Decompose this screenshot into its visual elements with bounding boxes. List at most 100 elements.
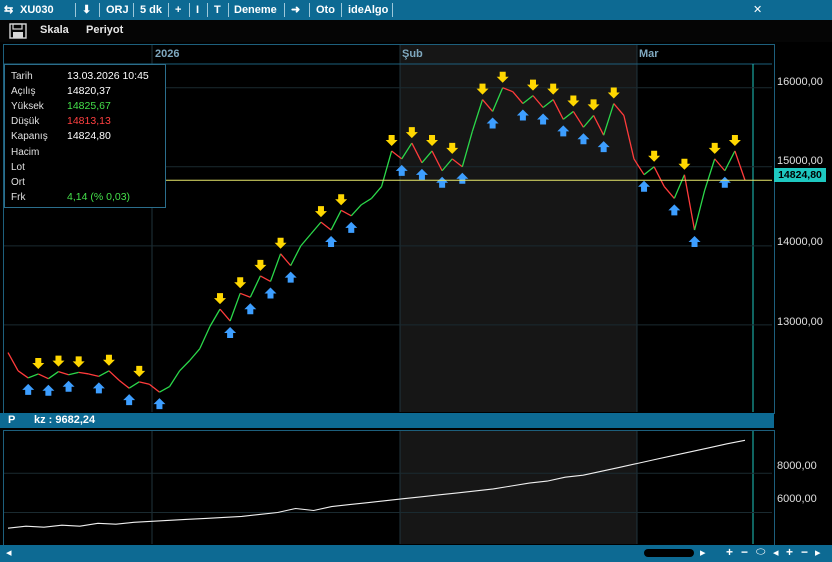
price-segment xyxy=(269,253,282,282)
price-segment xyxy=(370,186,383,199)
price-segment xyxy=(724,150,736,172)
buy-arrow-icon xyxy=(668,204,681,216)
price-segment xyxy=(27,373,39,379)
price-segment xyxy=(219,308,231,322)
reset-zoom-icon[interactable]: ⬭ xyxy=(756,546,765,559)
price-segment xyxy=(78,371,89,375)
price-segment xyxy=(229,293,241,322)
ort-label: Ort xyxy=(11,177,25,188)
y-tick-label: 6000,00 xyxy=(777,493,817,505)
frk-label: Frk xyxy=(11,192,26,203)
price-segment xyxy=(68,371,79,376)
download-icon[interactable]: ⬇ xyxy=(82,2,91,18)
toolbar: Skala Periyot xyxy=(0,20,832,42)
chart-window-icon[interactable]: ⇆ xyxy=(4,2,13,18)
deneme-button[interactable]: Deneme xyxy=(234,2,277,18)
price-segment xyxy=(58,370,69,376)
sell-arrow-icon xyxy=(234,277,247,289)
orj-button[interactable]: ORJ xyxy=(106,2,129,18)
separator xyxy=(228,3,229,17)
scroll-right-icon[interactable]: ▸ xyxy=(700,546,706,559)
price-segment xyxy=(148,383,160,393)
price-segment xyxy=(380,150,393,187)
separator xyxy=(309,3,310,17)
equity-chart[interactable] xyxy=(0,428,774,545)
period-button[interactable]: 5 dk xyxy=(140,2,162,18)
scroll-left-icon[interactable]: ◂ xyxy=(6,546,12,559)
skala-button[interactable]: Skala xyxy=(40,24,69,36)
sell-arrow-icon xyxy=(314,206,327,218)
periyot-button[interactable]: Periyot xyxy=(86,24,123,36)
y-tick-label: 13000,00 xyxy=(777,316,823,328)
buy-arrow-icon xyxy=(153,398,166,410)
scroll-right-2-icon[interactable]: ▸ xyxy=(815,546,821,559)
dusuk-value: 14813,13 xyxy=(67,115,111,127)
price-segment xyxy=(260,275,271,283)
cursor-button[interactable]: I xyxy=(196,2,199,18)
buy-arrow-icon xyxy=(224,326,237,338)
price-segment xyxy=(239,292,251,298)
separator xyxy=(392,3,393,17)
scroll-left-2-icon[interactable]: ◂ xyxy=(773,546,779,559)
buy-arrow-icon xyxy=(244,303,257,315)
y-tick-label: 15000,00 xyxy=(777,155,823,167)
price-segment xyxy=(361,197,372,206)
sell-arrow-icon xyxy=(678,158,691,170)
arrow-right-icon[interactable]: ➜ xyxy=(291,2,300,18)
sell-arrow-icon xyxy=(133,365,146,377)
y-tick-label: 16000,00 xyxy=(777,76,823,88)
zoom-out-icon[interactable]: − xyxy=(741,545,748,559)
kapanis-label: Kapanış xyxy=(11,131,48,142)
subpanel-p-label[interactable]: P xyxy=(8,414,15,426)
close-icon[interactable]: ✕ xyxy=(753,2,762,18)
y-tick-label: 8000,00 xyxy=(777,460,817,472)
zoom-in-icon[interactable]: + xyxy=(726,545,733,559)
v-zoom-in-icon[interactable]: + xyxy=(786,545,793,559)
scroll-thumb[interactable] xyxy=(644,549,694,557)
yuksek-label: Yüksek xyxy=(11,101,44,112)
separator xyxy=(133,3,134,17)
price-segment xyxy=(108,370,120,381)
buy-arrow-icon xyxy=(62,380,75,392)
idealgo-button[interactable]: ideAlgo xyxy=(348,2,388,18)
symbol-label[interactable]: XU030 xyxy=(20,2,54,18)
price-segment xyxy=(209,308,221,327)
tarih-value: 13.03.2026 10:45 xyxy=(67,70,149,82)
price-segment xyxy=(159,386,170,393)
price-segment xyxy=(249,275,261,298)
separator xyxy=(341,3,342,17)
bottom-scroll-bar: ◂ ▸ + − ⬭ ◂ + − ▸ xyxy=(0,545,832,562)
x-tick-label: 2026 xyxy=(155,48,180,60)
sell-arrow-icon xyxy=(52,355,65,367)
price-segment xyxy=(734,150,746,181)
lot-label: Lot xyxy=(11,162,25,173)
price-segment xyxy=(179,360,191,372)
yuksek-value: 14825,67 xyxy=(67,100,111,112)
v-zoom-out-icon[interactable]: − xyxy=(801,545,808,559)
sell-arrow-icon xyxy=(102,354,115,366)
price-segment xyxy=(199,326,211,349)
sell-arrow-icon xyxy=(254,259,267,271)
hacim-label: Hacim xyxy=(11,147,40,158)
price-segment xyxy=(290,245,302,266)
price-segment xyxy=(643,166,655,176)
buy-arrow-icon xyxy=(284,271,297,283)
save-icon[interactable] xyxy=(9,23,27,39)
sell-arrow-icon xyxy=(214,293,227,305)
tarih-label: Tarih xyxy=(11,71,33,82)
text-tool-button[interactable]: T xyxy=(214,2,221,18)
separator xyxy=(207,3,208,17)
price-segment xyxy=(673,174,686,199)
separator xyxy=(168,3,169,17)
subpanel-header: P kz : 9682,24 xyxy=(0,413,774,428)
buy-arrow-icon xyxy=(345,221,358,233)
sell-arrow-icon xyxy=(728,134,741,146)
oto-button[interactable]: Oto xyxy=(316,2,335,18)
plus-button[interactable]: + xyxy=(175,2,181,18)
buy-arrow-icon xyxy=(92,382,105,394)
sell-arrow-icon xyxy=(32,357,45,369)
price-segment xyxy=(340,209,352,217)
x-tick-label: Şub xyxy=(402,48,423,60)
price-segment xyxy=(320,221,332,231)
price-segment xyxy=(88,373,100,377)
